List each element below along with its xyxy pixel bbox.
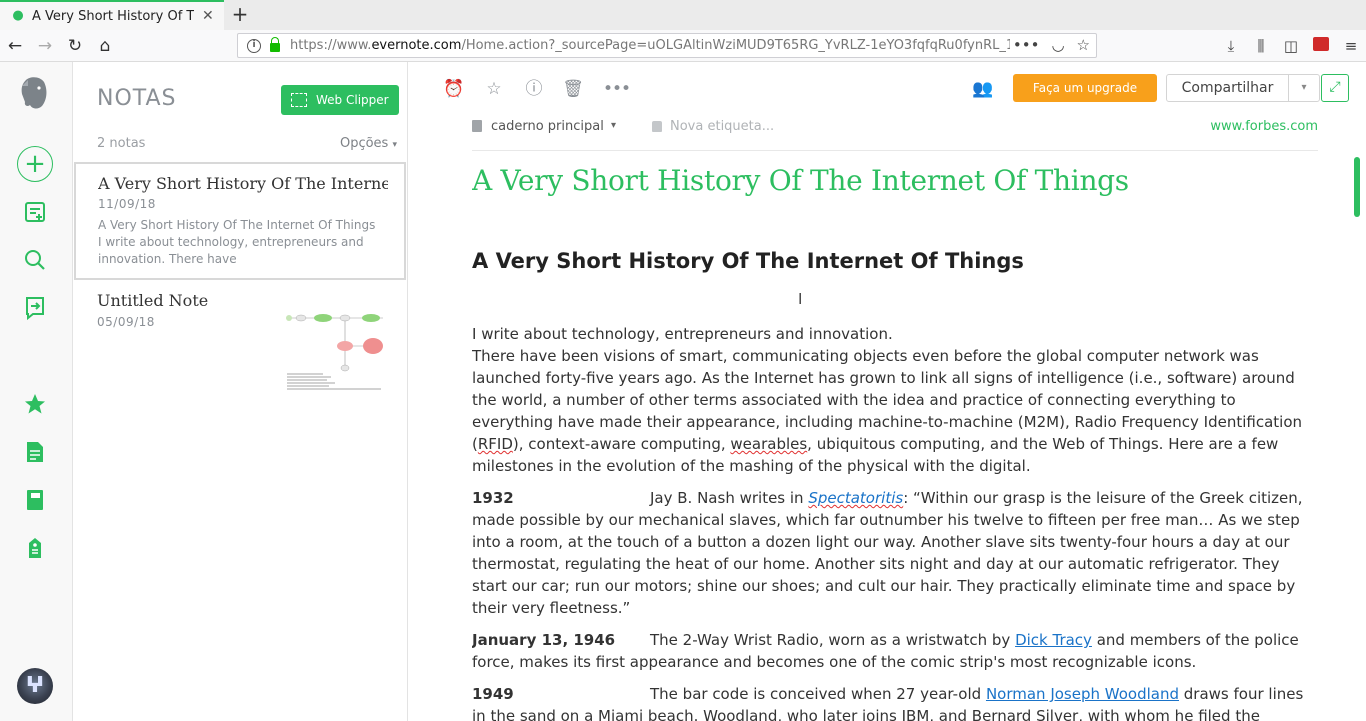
note-editor: ⏰ ☆ ⓘ 🗑 ••• 👥 Faça um upgrade Compartilh…: [408, 62, 1366, 721]
note-title: A Very Short History Of The Internet: [98, 174, 388, 193]
intro-paragraph: I write about technology, entrepreneurs …: [472, 325, 1303, 475]
note-snippet: A Very Short History Of The Internet Of …: [98, 218, 376, 266]
extension-icon[interactable]: [1311, 36, 1331, 56]
info-icon[interactable]: ⓘ: [523, 78, 545, 100]
app-rail: + ⵖ: [0, 62, 73, 721]
tags-icon[interactable]: [17, 530, 53, 566]
note-list-item[interactable]: Untitled Note 05/09/18: [73, 282, 407, 400]
note-title-field[interactable]: A Very Short History Of The Internet Of …: [472, 164, 1306, 197]
editor-scrollbar[interactable]: [1354, 157, 1360, 217]
notebook-selector[interactable]: caderno principal: [491, 119, 604, 134]
home-icon[interactable]: ⌂: [94, 35, 116, 57]
note-meta-bar: caderno principal ▾ Nova etiqueta... www…: [472, 119, 1318, 151]
note-date: 11/09/18: [98, 197, 156, 211]
notes-icon[interactable]: [17, 434, 53, 470]
note-list-item[interactable]: A Very Short History Of The Internet 11/…: [74, 162, 406, 280]
note-date: 05/09/18: [97, 315, 155, 329]
tag-input[interactable]: Nova etiqueta...: [670, 119, 774, 134]
notes-list-panel: NOTAS Web Clipper 2 notas Opções ▾ A Ver…: [73, 62, 408, 721]
share-button[interactable]: Compartilhar: [1167, 75, 1289, 101]
user-avatar[interactable]: ⵖ: [17, 668, 53, 704]
chevron-down-icon: ▾: [392, 140, 397, 150]
notebook-icon: [472, 120, 482, 132]
spectatoritis-link[interactable]: Spectatoritis: [808, 489, 903, 507]
share-people-icon[interactable]: 👥: [970, 78, 996, 100]
chevron-down-icon[interactable]: ▾: [1289, 75, 1319, 101]
options-dropdown[interactable]: Opções ▾: [340, 136, 397, 151]
text-cursor-icon: I: [798, 290, 803, 308]
notebooks-icon[interactable]: [17, 482, 53, 518]
new-tab-icon[interactable]: +: [230, 4, 250, 26]
chevron-down-icon[interactable]: ▾: [611, 120, 616, 131]
tag-icon: [652, 121, 662, 132]
article-heading: A Very Short History Of The Internet Of …: [472, 249, 1024, 273]
reload-icon[interactable]: ↻: [64, 35, 86, 57]
menu-icon[interactable]: ≡: [1341, 36, 1361, 56]
note-thumbnail: [286, 314, 383, 390]
scan-icon[interactable]: [17, 194, 53, 230]
browser-nav-bar: ← → ↻ ⌂ i https://www.evernote.com/Home.…: [0, 30, 1366, 62]
milestone-1932: 1932 Jay B. Nash writes in Spectatoritis:…: [472, 489, 1303, 617]
clipper-icon: [291, 93, 307, 107]
source-url-link[interactable]: www.forbes.com: [1210, 119, 1318, 134]
bookmark-star-icon[interactable]: ☆: [1077, 36, 1090, 54]
shortcuts-star-icon[interactable]: [17, 386, 53, 422]
web-clipper-label: Web Clipper: [316, 93, 389, 107]
reminder-icon[interactable]: ⏰: [443, 78, 465, 100]
downloads-icon[interactable]: ⤓: [1221, 36, 1241, 56]
evernote-elephant-icon[interactable]: [20, 76, 48, 110]
star-icon[interactable]: ☆: [483, 78, 505, 100]
sidebar-toggle-icon[interactable]: ◫: [1281, 36, 1301, 56]
web-clipper-button[interactable]: Web Clipper: [281, 85, 399, 115]
expand-icon[interactable]: ⤢: [1321, 74, 1349, 102]
upgrade-button[interactable]: Faça um upgrade: [1013, 74, 1157, 102]
more-icon[interactable]: •••: [603, 78, 631, 100]
browser-tab-active[interactable]: ● A Very Short History Of Th ✕: [0, 0, 224, 30]
note-content[interactable]: A Very Short History Of The Internet Of …: [472, 160, 1306, 721]
share-button-group: Compartilhar ▾: [1166, 74, 1320, 102]
search-icon[interactable]: [17, 242, 53, 278]
evernote-favicon-icon: ●: [12, 8, 24, 23]
work-chat-icon[interactable]: [17, 290, 53, 326]
milestone-1949: 1949 The bar code is conceived when 27 ye…: [472, 685, 1304, 721]
close-tab-icon[interactable]: ✕: [202, 8, 214, 24]
back-icon[interactable]: ←: [4, 35, 26, 57]
dick-tracy-link[interactable]: Dick Tracy: [1015, 631, 1092, 649]
pocket-icon[interactable]: ◡: [1051, 36, 1064, 54]
library-icon[interactable]: ⫼: [1251, 36, 1271, 56]
notes-heading: NOTAS: [97, 86, 177, 111]
add-note-icon[interactable]: +: [17, 146, 53, 182]
milestone-1946: January 13, 1946 The 2-Way Wrist Radio, w…: [472, 631, 1299, 671]
browser-tab-bar: ● A Very Short History Of Th ✕ +: [0, 0, 1366, 30]
site-info-icon[interactable]: i: [247, 38, 261, 53]
lock-icon: [270, 37, 280, 52]
tab-title: A Very Short History Of Th: [32, 8, 194, 24]
page-actions-icon[interactable]: •••: [1013, 36, 1040, 54]
url-bar[interactable]: i https://www.evernote.com/Home.action?_…: [237, 33, 1097, 58]
url-text[interactable]: https://www.evernote.com/Home.action?_so…: [290, 38, 1010, 53]
trash-icon[interactable]: 🗑: [562, 78, 584, 100]
norman-woodland-link[interactable]: Norman Joseph Woodland: [986, 685, 1179, 703]
notes-count: 2 notas: [97, 136, 146, 151]
forward-icon[interactable]: →: [34, 35, 56, 57]
